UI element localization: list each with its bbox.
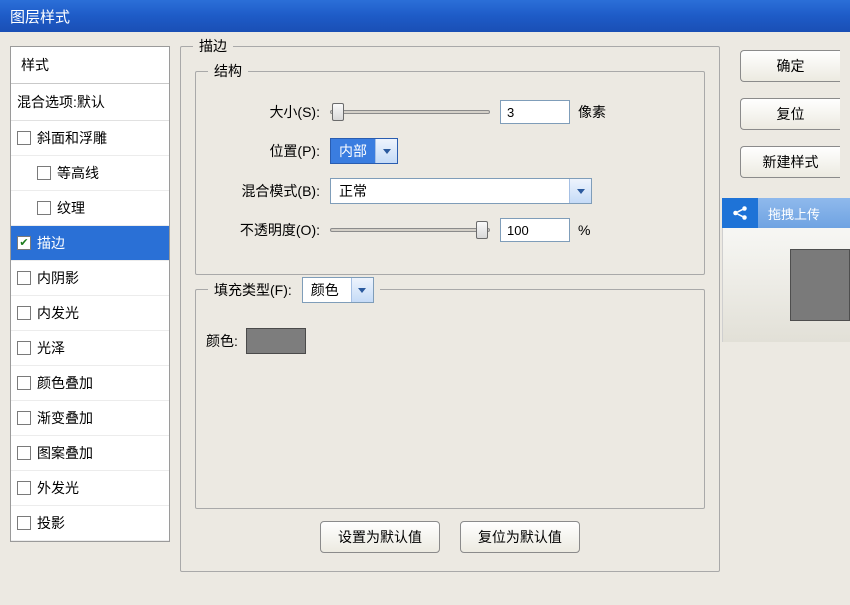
float-panel-header[interactable]: 拖拽上传 [722,198,850,228]
blend-mode-label: 混合模式(B): [210,181,330,201]
item-gradient-overlay[interactable]: 渐变叠加 [11,401,169,436]
position-select[interactable]: 内部 [330,138,398,164]
dialog-title: 图层样式 [10,9,70,26]
set-default-button[interactable]: 设置为默认值 [320,521,440,553]
checkbox[interactable] [17,446,31,460]
item-inner-glow[interactable]: 内发光 [11,296,169,331]
checkbox[interactable] [17,411,31,425]
checkbox[interactable]: ✔ [17,236,31,250]
structure-legend: 结构 [208,61,248,81]
style-item-label: 斜面和浮雕 [37,128,107,148]
item-contour[interactable]: 等高线 [11,156,169,191]
color-label: 颜色: [206,331,238,351]
size-unit: 像素 [578,102,606,122]
size-slider[interactable] [330,103,490,121]
style-item-label: 图案叠加 [37,443,93,463]
style-item-label: 投影 [37,513,65,533]
item-color-overlay[interactable]: 颜色叠加 [11,366,169,401]
styles-header[interactable]: 样式 [11,47,169,84]
fill-type-value: 颜色 [303,280,351,300]
checkbox[interactable] [17,306,31,320]
checkbox[interactable] [17,516,31,530]
opacity-input[interactable] [500,218,570,242]
style-item-label: 描边 [37,233,65,253]
style-item-label: 光泽 [37,338,65,358]
preview-box [722,228,850,342]
item-pattern-overlay[interactable]: 图案叠加 [11,436,169,471]
checkbox[interactable] [17,481,31,495]
float-panel-label: 拖拽上传 [758,204,820,223]
reset-default-button[interactable]: 复位为默认值 [460,521,580,553]
ok-button[interactable]: 确定 [740,50,840,82]
opacity-unit: % [578,222,590,238]
chevron-down-icon[interactable] [569,179,591,203]
checkbox[interactable] [17,341,31,355]
item-stroke[interactable]: ✔ 描边 [11,226,169,261]
chevron-down-icon[interactable] [375,139,397,163]
reset-button[interactable]: 复位 [740,98,840,130]
new-style-button[interactable]: 新建样式 [740,146,840,178]
checkbox[interactable] [37,201,51,215]
checkbox[interactable] [17,131,31,145]
stroke-fieldset: 描边 结构 大小(S): 像素 位置(P): 内部 [180,46,720,572]
stroke-color-swatch[interactable] [246,328,306,354]
size-label: 大小(S): [210,102,330,122]
item-bevel-emboss[interactable]: 斜面和浮雕 [11,121,169,156]
style-item-label: 外发光 [37,478,79,498]
opacity-slider[interactable] [330,221,490,239]
fill-type-fieldset: 填充类型(F): 颜色 颜色: [195,289,705,509]
blend-options-row[interactable]: 混合选项:默认 [11,84,169,121]
stroke-legend: 描边 [193,36,233,56]
chevron-down-icon[interactable] [351,278,373,302]
item-outer-glow[interactable]: 外发光 [11,471,169,506]
style-item-label: 纹理 [57,198,85,218]
size-input[interactable] [500,100,570,124]
style-item-label: 内发光 [37,303,79,323]
style-item-label: 颜色叠加 [37,373,93,393]
fill-type-legend: 填充类型(F): [214,280,292,300]
checkbox[interactable] [17,271,31,285]
titlebar: 图层样式 [0,0,850,32]
float-panel: 拖拽上传 [722,198,850,342]
fill-type-select[interactable]: 颜色 [302,277,374,303]
style-item-label: 渐变叠加 [37,408,93,428]
item-texture[interactable]: 纹理 [11,191,169,226]
position-value: 内部 [331,141,375,161]
item-drop-shadow[interactable]: 投影 [11,506,169,541]
styles-list: 样式 混合选项:默认 斜面和浮雕等高线纹理 ✔ 描边内阴影内发光光泽颜色叠加渐变叠加… [10,46,170,542]
share-icon [722,198,758,228]
blend-mode-value: 正常 [331,181,569,201]
style-item-label: 内阴影 [37,268,79,288]
blend-mode-select[interactable]: 正常 [330,178,592,204]
preview-swatch [790,249,850,321]
item-satin[interactable]: 光泽 [11,331,169,366]
structure-fieldset: 结构 大小(S): 像素 位置(P): 内部 [195,71,705,275]
position-label: 位置(P): [210,141,330,161]
checkbox[interactable] [17,376,31,390]
checkbox[interactable] [37,166,51,180]
opacity-label: 不透明度(O): [210,220,330,240]
style-item-label: 等高线 [57,163,99,183]
item-inner-shadow[interactable]: 内阴影 [11,261,169,296]
